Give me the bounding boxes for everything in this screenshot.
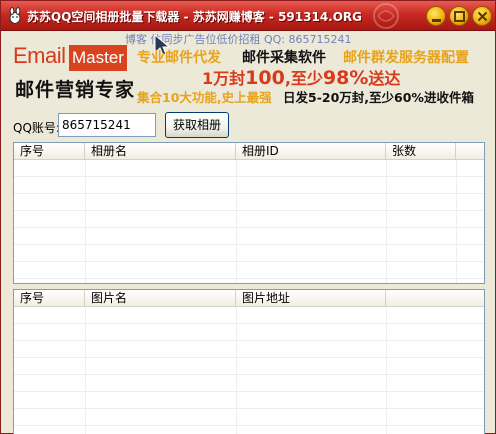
album-list[interactable]: 序号 相册名 相册ID 张数 — [13, 142, 485, 284]
ad-promo-d: 98% — [322, 67, 369, 89]
logo-master-text: Master — [69, 45, 127, 71]
album-list-header: 序号 相册名 相册ID 张数 — [14, 143, 484, 160]
column-divider — [236, 307, 237, 434]
column-header-album-name[interactable]: 相册名 — [85, 143, 236, 160]
minimize-icon — [432, 19, 441, 22]
emailmaster-logo: Email Master — [13, 43, 129, 73]
ad-banner[interactable]: 博客 件同步广告位低价招租 QQ: 865715241 Email Master… — [1, 31, 495, 109]
qq-label: QQ账号: — [13, 121, 60, 135]
ad-text-1: 专业邮件代发 — [137, 50, 221, 66]
maximize-button[interactable] — [449, 6, 469, 26]
column-divider — [236, 160, 237, 283]
column-divider — [85, 160, 86, 283]
column-header-index[interactable]: 序号 — [14, 143, 85, 160]
close-icon — [477, 11, 488, 22]
app-icon — [9, 7, 21, 24]
qq-number-input[interactable] — [58, 113, 156, 137]
logo-email-text: Email — [13, 43, 66, 68]
column-header-album-id[interactable]: 相册ID — [236, 143, 386, 160]
column-header-index[interactable]: 序号 — [14, 290, 85, 307]
window-title: 苏苏QQ空间相册批量下载器 - 苏苏网赚博客 - 591314.ORG — [27, 10, 363, 24]
ad-text-6: 日发5-20万封,至少60%进收件箱 — [283, 90, 474, 105]
column-divider — [85, 307, 86, 434]
ad-promo-a: 1万封 — [202, 69, 246, 88]
title-decoration-icon — [373, 3, 399, 29]
column-divider — [386, 307, 387, 434]
column-header-count[interactable]: 张数 — [386, 143, 456, 160]
ad-promo-c: ,至少 — [284, 69, 323, 88]
ad-text-3: 邮件群发服务器配置 — [343, 50, 469, 66]
ad-promo-b: 100 — [245, 67, 285, 89]
logo-subtitle: 邮件营销专家 — [15, 79, 136, 101]
close-button[interactable] — [472, 6, 492, 26]
app-window: 苏苏QQ空间相册批量下载器 - 苏苏网赚博客 - 591314.ORG 博客 件… — [0, 0, 496, 434]
get-album-button[interactable]: 获取相册 — [165, 112, 229, 138]
photo-list[interactable]: 序号 图片名 图片地址 — [13, 289, 485, 434]
photo-list-header: 序号 图片名 图片地址 — [14, 290, 484, 307]
ad-text-2: 邮件采集软件 — [242, 50, 326, 66]
ad-text-5: 集合10大功能,史上最强 — [137, 90, 272, 105]
title-bar[interactable]: 苏苏QQ空间相册批量下载器 - 苏苏网赚博客 - 591314.ORG — [1, 1, 495, 31]
column-header-photo-url[interactable]: 图片地址 — [236, 290, 386, 307]
ad-promo-line: 1万封100,至少98%送达 — [202, 65, 400, 89]
column-divider — [456, 160, 457, 283]
column-header-photo-name[interactable]: 图片名 — [85, 290, 236, 307]
column-divider — [386, 160, 387, 283]
minimize-button[interactable] — [426, 6, 446, 26]
ad-promo-e: 送达 — [368, 69, 401, 88]
maximize-icon — [454, 11, 465, 22]
